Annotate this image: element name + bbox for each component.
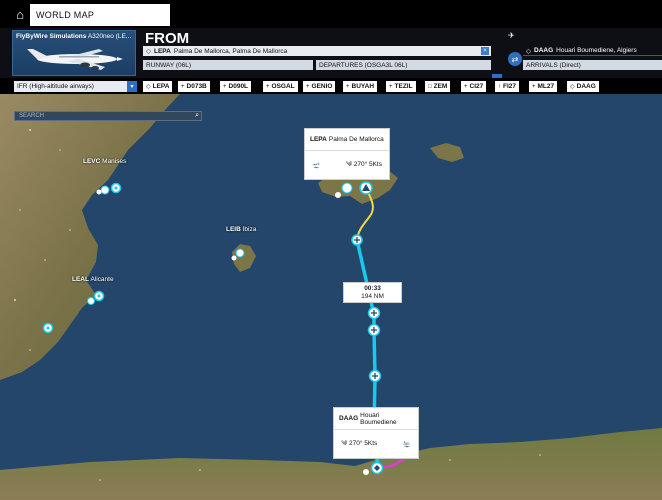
aircraft-selector[interactable]: FlyByWire Simulations A320neo (LE... (12, 30, 136, 76)
leg-info-box: 00:33 194 NM (343, 282, 402, 303)
waypoint-chip[interactable]: + D073B (178, 81, 210, 92)
swap-icon: ⇄ (511, 54, 519, 64)
waypoint-marker[interactable] (367, 306, 381, 320)
home-button[interactable]: ⌂ (8, 0, 32, 28)
departure-airport-field[interactable]: ◇ LEPA Palma De Mallorca, Palma De Mallo… (143, 46, 491, 56)
departure-airport-marker[interactable] (359, 181, 373, 195)
waypoint-chip[interactable]: + D090L (220, 81, 252, 92)
takeoff-icon: 🛫 (312, 162, 321, 169)
waypoint-chip[interactable]: ◇ DAAG (567, 81, 599, 92)
waypoint-chip[interactable]: ↑ FI27 (495, 81, 520, 92)
airport-diamond-icon: ◇ (146, 48, 151, 55)
route-bar: IFR (High-altitude airways) ▾ ◇ LEPA + D07… (0, 78, 662, 94)
wind-icon: ༄ (341, 439, 348, 447)
waypoint-chip[interactable]: + CI27 (461, 81, 487, 92)
aircraft-image (27, 49, 123, 70)
card-weather-row: ༄ 270° 5Kts 🛬 (341, 439, 411, 449)
clear-departure-icon[interactable]: × (481, 47, 489, 55)
waypoint-marker[interactable] (367, 323, 381, 337)
waypoint-chip[interactable]: + ML27 (529, 81, 558, 92)
waypoint-chip[interactable]: + BUYAH (343, 81, 378, 92)
location-pin-icon[interactable] (42, 322, 54, 334)
arrival-plane-icon: ✈ (508, 31, 515, 40)
airport-label: LEIB Ibiza (226, 226, 257, 233)
aircraft-title: FlyByWire Simulations A320neo (LE... (16, 33, 132, 40)
waypoint-marker[interactable] (368, 369, 382, 383)
flight-panel: FlyByWire Simulations A320neo (LE... FRO… (0, 28, 662, 98)
airport-marker[interactable] (231, 255, 237, 261)
chevron-down-icon: ▾ (130, 84, 134, 90)
card-weather-row: 🛫 ༄ 270° 5Kts (312, 160, 382, 170)
airport-marker[interactable] (341, 182, 353, 194)
waypoint-chip[interactable]: ◇ LEPA (143, 81, 173, 92)
search-icon[interactable]: ⌕ (195, 112, 199, 120)
arrival-procedure-select[interactable]: ARRIVALS (Direct) (523, 60, 662, 70)
airport-label: LEVC Manises (83, 158, 127, 165)
from-label: FROM (145, 30, 190, 47)
tab-world-map[interactable]: WORLD MAP (30, 4, 170, 26)
top-bar: ⌂ WORLD MAP (0, 0, 662, 28)
airport-marker[interactable] (335, 192, 341, 198)
landing-icon: 🛬 (402, 441, 411, 448)
arrival-airport-card[interactable]: DAAG Houari Boumediene ༄ 270° 5Kts 🛬 (333, 407, 419, 459)
airport-marker[interactable] (87, 297, 95, 305)
location-pin-icon[interactable] (110, 182, 122, 194)
arrival-airport-field[interactable]: ◇ DAAG Houari Boumediene, Algiers (523, 46, 662, 56)
airport-label: LEAL Alicante (72, 276, 114, 283)
airport-marker[interactable] (96, 189, 102, 195)
airport-marker[interactable] (235, 248, 245, 258)
home-icon: ⌂ (16, 6, 24, 22)
location-pin-icon[interactable] (93, 290, 105, 302)
card-header: LEPA Palma De Mallorca (305, 129, 389, 151)
runway-select[interactable]: RUNWAY (06L) (143, 60, 313, 70)
airport-marker[interactable] (100, 185, 110, 195)
waypoint-chip[interactable]: + GENIO (303, 81, 336, 92)
card-header: DAAG Houari Boumediene (334, 408, 418, 430)
swap-airports-button[interactable]: ⇄ (508, 52, 522, 66)
waypoint-chip[interactable]: □ ZEM (425, 81, 451, 92)
departure-procedure-select[interactable]: DEPARTURES (OSGA3L 06L) (316, 60, 491, 70)
departure-airport-card[interactable]: LEPA Palma De Mallorca 🛫 ༄ 270° 5Kts (304, 128, 390, 180)
airport-diamond-icon: ◇ (526, 47, 531, 55)
airport-marker[interactable] (363, 469, 369, 475)
route-mode-dropdown-button[interactable]: ▾ (127, 81, 137, 92)
waypoint-chip[interactable]: + OSGAL (263, 81, 298, 92)
waypoint-marker[interactable] (351, 234, 363, 246)
arrival-airport-marker[interactable] (370, 461, 384, 475)
route-mode-select[interactable]: IFR (High-altitude airways) (14, 81, 137, 92)
wind-icon: ༄ (345, 160, 352, 168)
waypoint-chip[interactable]: + TEZIL (386, 81, 416, 92)
map-search-input[interactable]: SEARCH ⌕ (14, 111, 202, 121)
